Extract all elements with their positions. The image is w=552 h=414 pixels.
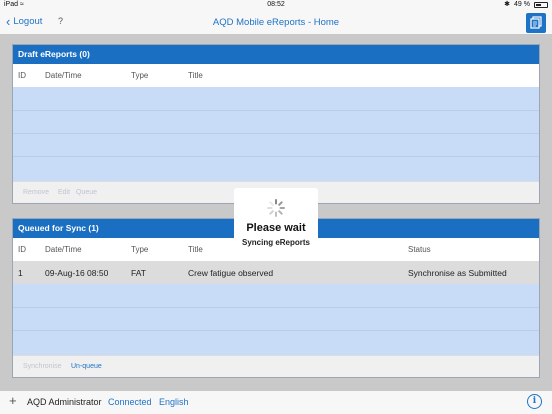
wait-subtitle: Syncing eReports [241, 238, 310, 247]
clock: 08:52 [267, 1, 285, 8]
row-divider [13, 330, 539, 331]
bluetooth-icon: ✱ [504, 1, 511, 8]
row-divider [13, 133, 539, 134]
nav-bar: ‹ Logout ? AQD Mobile eReports - Home [0, 10, 552, 35]
queue-button[interactable]: Queue [76, 189, 97, 196]
info-icon[interactable]: i [527, 394, 542, 409]
copy-icon [530, 16, 542, 29]
column-type: Type [131, 245, 149, 254]
draft-ereports-panel: Draft eReports (0) ID Date/Time Type Tit… [12, 44, 540, 204]
queue-actions: Synchronise Un-queue [13, 355, 539, 377]
row-status: Synchronise as Submitted [408, 268, 507, 278]
status-bar: iPad ≈ 08:52 ✱ 49 % [0, 0, 552, 10]
plus-icon[interactable]: + [9, 394, 17, 408]
queue-list: 1 09-Aug-16 08:50 FAT Crew fatigue obser… [13, 261, 539, 355]
row-divider [13, 307, 539, 308]
status-right: ✱ 49 % [504, 0, 548, 10]
wait-title: Please wait [246, 222, 306, 234]
connection-status[interactable]: Connected [108, 397, 152, 407]
row-divider [13, 156, 539, 157]
column-title: Title [188, 245, 203, 254]
column-type: Type [131, 71, 149, 80]
column-title: Title [188, 71, 203, 80]
language-selector[interactable]: English [159, 397, 189, 407]
row-divider [13, 110, 539, 111]
edit-button[interactable]: Edit [58, 189, 70, 196]
draft-panel-title: Draft eReports (0) [13, 45, 539, 64]
page-title: AQD Mobile eReports - Home [212, 17, 340, 28]
please-wait-dialog: Please wait Syncing eReports [234, 188, 318, 250]
battery-percent: 49 % [514, 1, 530, 8]
draft-list[interactable] [13, 87, 539, 181]
column-datetime: Date/Time [45, 245, 82, 254]
column-id: ID [18, 71, 26, 80]
draft-column-headers: ID Date/Time Type Title [13, 64, 539, 87]
row-type: FAT [131, 268, 146, 278]
bottom-bar: + AQD Administrator Connected English i [0, 390, 552, 414]
column-datetime: Date/Time [45, 71, 82, 80]
row-title: Crew fatigue observed [188, 268, 274, 278]
synchronise-button[interactable]: Synchronise [23, 363, 62, 370]
column-id: ID [18, 245, 26, 254]
remove-button[interactable]: Remove [23, 189, 49, 196]
row-datetime: 09-Aug-16 08:50 [45, 268, 109, 278]
row-id: 1 [18, 268, 23, 278]
table-row[interactable]: 1 09-Aug-16 08:50 FAT Crew fatigue obser… [13, 261, 539, 284]
user-name: AQD Administrator [27, 397, 102, 407]
loading-spinner-icon [267, 199, 285, 217]
column-status: Status [408, 245, 431, 254]
unqueue-button[interactable]: Un-queue [71, 363, 102, 370]
copy-button[interactable] [526, 13, 546, 33]
battery-icon [534, 2, 548, 8]
